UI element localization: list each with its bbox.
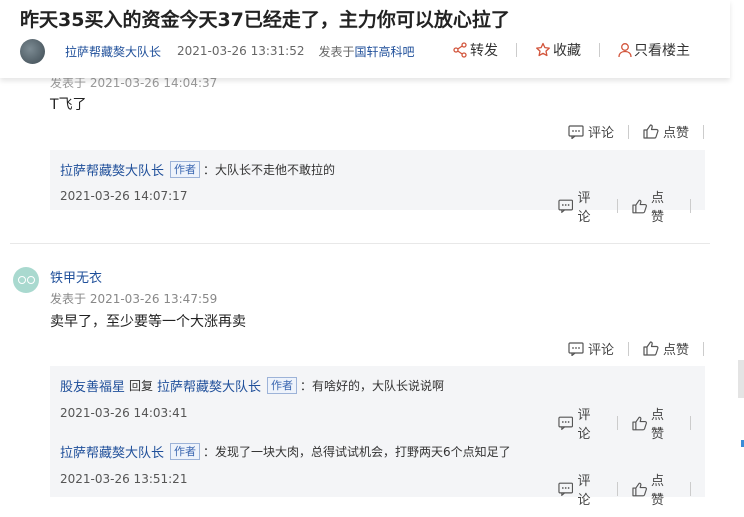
comment-label: 评论: [577, 474, 591, 508]
separator: [690, 416, 691, 430]
avatar[interactable]: [20, 38, 45, 64]
sub-reply-text: ：大队长不走他不敢拉的: [203, 163, 336, 177]
like-label: 点赞: [663, 126, 690, 141]
post-time: 2021-03-26 13:31:52: [177, 44, 305, 58]
reply-text: T飞了: [50, 97, 87, 113]
reply-word: 回复: [129, 379, 154, 393]
thumbs-up-icon: [631, 199, 647, 213]
comment-icon: [558, 199, 574, 213]
separator: [599, 43, 600, 57]
share-label: 转发: [470, 43, 498, 59]
like-button[interactable]: 点赞: [643, 122, 689, 141]
sub-reply-time: 2021-03-26 13:51:21: [60, 472, 188, 486]
post-meta: 拉萨帮藏獒大队长 2021-03-26 13:31:52 发表于 国轩高科吧: [20, 38, 415, 64]
reply-time: 发表于 2021-03-26 13:47:59: [50, 292, 218, 306]
thumbs-up-icon: [643, 341, 659, 356]
sub-reply-text: ：发现了一块大肉，总得试试机会，打野两天6个点知足了: [203, 445, 511, 459]
thumbs-up-icon: [631, 416, 647, 430]
scrollbar[interactable]: [738, 360, 744, 398]
comment-button[interactable]: 评论: [568, 122, 614, 141]
comment-button[interactable]: 评论: [558, 187, 603, 225]
like-label: 点赞: [650, 474, 664, 508]
like-button[interactable]: 点赞: [631, 404, 677, 442]
star-icon: [536, 42, 550, 57]
author-badge: 作者: [170, 443, 201, 460]
separator: [628, 124, 630, 139]
comment-label: 评论: [588, 343, 615, 358]
comment-icon: [568, 124, 584, 139]
comment-button[interactable]: 评论: [558, 470, 603, 508]
sub-reply-line: 拉萨帮藏獒大队长 作者 ：大队长不走他不敢拉的: [60, 160, 335, 179]
comment-button[interactable]: 评论: [558, 404, 603, 442]
reply-author-link[interactable]: 铁甲无衣: [50, 267, 102, 286]
sub-reply-action-bar: 评论 点赞: [558, 404, 705, 442]
separator: [628, 341, 630, 356]
sub-reply-action-bar: 评论 点赞: [558, 187, 705, 225]
comment-icon: [558, 416, 574, 430]
sub-reply-text: ：有啥好的，大队长说说啊: [300, 379, 445, 393]
comment-label: 评论: [588, 126, 615, 141]
sub-reply: 拉萨帮藏獒大队长 作者 ：大队长不走他不敢拉的 2021-03-26 14:07…: [50, 150, 705, 225]
user-icon: [618, 43, 632, 58]
separator: [616, 199, 618, 213]
separator: [516, 43, 517, 57]
separator: [690, 199, 691, 213]
sub-reply-action-bar: 评论 点赞: [558, 470, 705, 508]
avatar[interactable]: [13, 267, 39, 293]
separator: [616, 482, 618, 496]
sub-reply-author-link[interactable]: 拉萨帮藏獒大队长: [60, 442, 164, 461]
comment-button[interactable]: 评论: [568, 339, 614, 358]
thumbs-up-icon: [643, 124, 659, 139]
like-button[interactable]: 点赞: [631, 470, 677, 508]
sub-reply-time: 2021-03-26 14:03:41: [60, 406, 188, 420]
separator: [616, 416, 618, 430]
reply-action-bar: 评论 点赞: [568, 122, 718, 141]
reply-divider: [10, 243, 710, 244]
separator: [703, 341, 705, 356]
header-actions: 转发 收藏 只看楼主: [452, 40, 690, 60]
author-badge: 作者: [170, 161, 201, 178]
favorite-label: 收藏: [553, 43, 581, 59]
reply-text: 卖早了，至少要等一个大涨再卖: [50, 314, 246, 330]
author-badge: 作者: [267, 377, 298, 394]
like-label: 点赞: [650, 408, 664, 442]
page-title: 昨天35买入的资金今天37已经走了，主力你可以放心拉了: [20, 9, 510, 31]
like-label: 点赞: [663, 343, 690, 358]
forum-link[interactable]: 国轩高科吧: [354, 43, 414, 60]
sub-reply-list: 股友善福星 回复 拉萨帮藏獒大队长 作者 ：有啥好的，大队长说说啊 2021-0…: [50, 366, 705, 508]
sub-reply-author-link[interactable]: 股友善福星: [60, 376, 125, 395]
share-icon: [453, 42, 467, 58]
separator: [703, 124, 705, 139]
reply-action-bar: 评论 点赞: [568, 339, 718, 358]
like-button[interactable]: 点赞: [643, 339, 689, 358]
sub-reply-line: 拉萨帮藏獒大队长 作者 ：发现了一块大肉，总得试试机会，打野两天6个点知足了: [60, 442, 511, 461]
sub-reply-author-link[interactable]: 拉萨帮藏獒大队长: [60, 160, 164, 179]
only-author-button[interactable]: 只看楼主: [618, 40, 690, 60]
author-link[interactable]: 拉萨帮藏獒大队长: [65, 43, 161, 60]
only-author-label: 只看楼主: [634, 43, 690, 59]
share-button[interactable]: 转发: [452, 40, 498, 60]
separator: [690, 482, 691, 496]
comment-icon: [558, 482, 574, 496]
reply-target-link[interactable]: 拉萨帮藏獒大队长: [157, 376, 261, 395]
sub-reply-time: 2021-03-26 14:07:17: [60, 189, 188, 203]
comment-icon: [568, 341, 584, 356]
posted-in-label: 发表于: [318, 44, 355, 59]
comment-label: 评论: [577, 191, 591, 225]
thumbs-up-icon: [631, 482, 647, 496]
like-label: 点赞: [650, 191, 664, 225]
comment-label: 评论: [577, 408, 591, 442]
sub-reply-line: 股友善福星 回复 拉萨帮藏獒大队长 作者 ：有啥好的，大队长说说啊: [60, 376, 444, 395]
post-header: 昨天35买入的资金今天37已经走了，主力你可以放心拉了 拉萨帮藏獒大队长 202…: [0, 0, 730, 78]
like-button[interactable]: 点赞: [631, 187, 677, 225]
favorite-button[interactable]: 收藏: [535, 40, 581, 60]
